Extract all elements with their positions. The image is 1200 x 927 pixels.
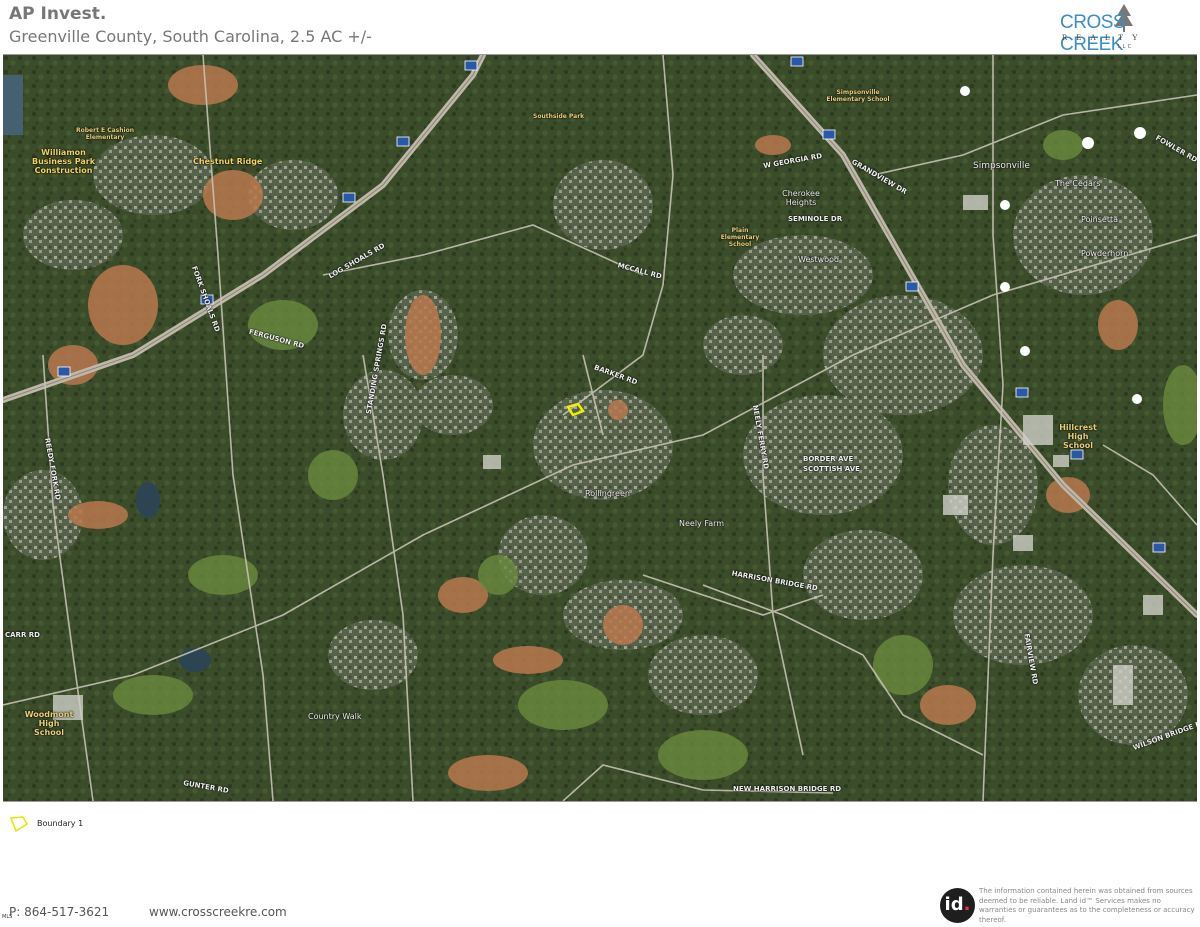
label-rollingreen: Rollingreen <box>585 489 630 498</box>
boundary-legend-icon <box>9 816 29 833</box>
mls-mark: MLS <box>2 914 13 920</box>
label-neely-farm: Neely Farm <box>679 519 725 528</box>
label-hillcrest-high: Hillcrest High School <box>1059 423 1097 450</box>
page-title: AP Invest. <box>9 4 107 24</box>
label-simpsonville: Simpsonville <box>973 161 1030 171</box>
disclaimer: id. The information contained herein was… <box>940 887 1196 925</box>
label-cashion-elementary: Robert E Cashion Elementary <box>76 127 134 141</box>
logo-tiny: LLC <box>1118 44 1134 50</box>
label-poinsetta: Poinsetta <box>1081 215 1118 224</box>
road-border-ave: BORDER AVE <box>803 455 854 463</box>
legend-label: Boundary 1 <box>37 819 84 828</box>
label-williamon: Williamon Business Park Construction <box>31 148 96 175</box>
label-southside-park: Southside Park <box>533 113 585 120</box>
label-plain-elementary: Plain Elementary School <box>720 227 760 248</box>
disclaimer-text: The information contained herein was obt… <box>979 887 1195 924</box>
header: AP Invest. Greenville County, South Caro… <box>0 0 1200 55</box>
road-seminole-dr: SEMINOLE DR <box>788 215 843 223</box>
label-cherokee-heights: Cherokee Heights <box>782 189 820 207</box>
aerial-map[interactable]: Williamon Business Park Construction Che… <box>3 54 1197 802</box>
label-chestnut-ridge: Chestnut Ridge <box>193 157 263 166</box>
footer-website-link[interactable]: www.crosscreekre.com <box>149 905 287 919</box>
page-subtitle: Greenville County, South Carolina, 2.5 A… <box>9 27 372 46</box>
logo-sub: REALTY <box>1062 33 1147 42</box>
badge-text: id <box>944 894 964 915</box>
label-country-walk: Country Walk <box>308 712 362 721</box>
land-id-badge-icon: id. <box>940 888 975 923</box>
label-powderhorn: Powderhorn <box>1081 249 1129 258</box>
road-carr-rd: CARR RD <box>5 631 40 639</box>
footer-phone: P: 864-517-3621 <box>9 905 110 919</box>
road-new-harrison-bridge-rd: NEW HARRISON BRIDGE RD <box>733 785 842 793</box>
road-scottish-ave: SCOTTISH AVE <box>803 465 860 473</box>
label-woodmont-high: Woodmont High School <box>24 710 74 737</box>
label-westwood: Westwood <box>798 255 840 264</box>
label-the-cedars: The Cedars <box>1055 179 1101 188</box>
cross-creek-logo: CROSS CREEK REALTY LLC <box>1060 4 1192 55</box>
label-simpsonville-elementary: Simpsonville Elementary School <box>826 89 890 103</box>
